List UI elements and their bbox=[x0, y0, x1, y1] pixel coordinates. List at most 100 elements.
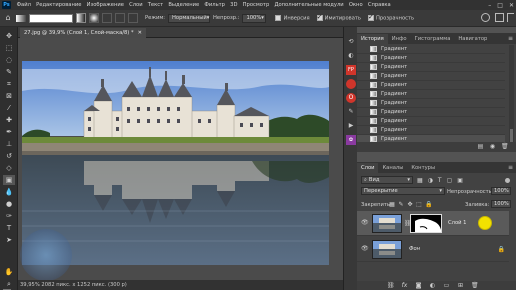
healing-brush-tool-icon[interactable]: ✚ bbox=[3, 115, 15, 125]
history-state[interactable]: Градиент bbox=[357, 117, 505, 126]
lasso-tool-icon[interactable]: ◌ bbox=[3, 55, 15, 65]
history-state[interactable]: Градиент bbox=[357, 72, 505, 81]
opera-plugin-icon[interactable]: O bbox=[346, 93, 356, 103]
filter-pixel-icon[interactable]: ▦ bbox=[417, 177, 423, 184]
angle-gradient-icon[interactable] bbox=[102, 13, 112, 23]
history-state[interactable]: Градиент bbox=[357, 126, 505, 135]
layer-filter-dropdown[interactable]: ⌕ Вид ▾ bbox=[361, 176, 413, 184]
linear-gradient-icon[interactable] bbox=[76, 13, 86, 23]
transparency-checkbox[interactable] bbox=[367, 13, 374, 21]
tab-paths[interactable]: Контуры bbox=[407, 163, 439, 173]
menu-plugins[interactable]: Дополнительные модули bbox=[272, 2, 346, 8]
transparency-checkbox-row[interactable]: Прозрачность bbox=[367, 13, 414, 21]
reverse-checkbox-row[interactable]: Инверсия bbox=[275, 14, 310, 21]
new-document-from-state-icon[interactable]: ▤ bbox=[477, 144, 484, 150]
path-selection-tool-icon[interactable]: ➤ bbox=[3, 235, 15, 245]
history-state[interactable]: Градиент bbox=[357, 108, 505, 117]
link-layers-icon[interactable]: ⛓ bbox=[387, 283, 395, 289]
tab-channels[interactable]: Каналы bbox=[378, 163, 407, 173]
workspace-icon[interactable] bbox=[495, 13, 504, 22]
history-state[interactable]: Градиент bbox=[357, 81, 505, 90]
opacity-field[interactable]: 100% ▾ bbox=[242, 13, 267, 23]
search-icon[interactable] bbox=[481, 13, 490, 22]
fill-field[interactable]: 100% bbox=[491, 200, 511, 208]
visibility-eye-icon[interactable]: 👁 bbox=[361, 246, 369, 252]
history-state[interactable]: Градиент bbox=[357, 54, 505, 63]
plugin-icon[interactable]: ✿ bbox=[346, 135, 356, 145]
home-icon[interactable]: ⌂ bbox=[3, 13, 13, 23]
menu-file[interactable]: Файл bbox=[14, 2, 34, 8]
filter-type-icon[interactable]: T bbox=[438, 177, 442, 184]
tab-info[interactable]: Инфо bbox=[388, 34, 411, 44]
brush-tool-icon[interactable]: ✒ bbox=[3, 127, 15, 137]
lock-image-pixels-icon[interactable]: ✎ bbox=[398, 202, 404, 208]
menu-view[interactable]: Просмотр bbox=[240, 2, 272, 8]
lock-position-icon[interactable]: ✥ bbox=[407, 202, 413, 208]
blur-tool-icon[interactable]: 💧 bbox=[3, 187, 15, 197]
layer-name[interactable]: Фон bbox=[409, 246, 420, 252]
radial-gradient-icon[interactable] bbox=[89, 13, 99, 23]
menu-filter[interactable]: Фильтр bbox=[202, 2, 228, 8]
quick-select-tool-icon[interactable]: ✎ bbox=[3, 67, 15, 77]
filter-adjustment-icon[interactable]: ◑ bbox=[428, 177, 433, 184]
history-brush-tool-icon[interactable]: ↺ bbox=[3, 151, 15, 161]
marquee-tool-icon[interactable]: ⬚ bbox=[3, 43, 15, 53]
gradient-tool-icon[interactable]: ▣ bbox=[3, 175, 15, 185]
frame-tool-icon[interactable]: ⊠ bbox=[3, 91, 15, 101]
gradient-tool-icon[interactable] bbox=[16, 14, 26, 22]
trash-icon[interactable]: 🗑 bbox=[501, 144, 509, 150]
layer-style-icon[interactable]: fx bbox=[401, 283, 408, 289]
menu-layers[interactable]: Слои bbox=[127, 2, 146, 8]
group-icon[interactable]: ▭ bbox=[443, 283, 450, 289]
mode-dropdown[interactable]: Нормальный ▾ bbox=[168, 13, 211, 23]
dodge-tool-icon[interactable]: ● bbox=[3, 199, 15, 209]
clone-stamp-tool-icon[interactable]: ⊥ bbox=[3, 139, 15, 149]
menu-window[interactable]: Окно bbox=[346, 2, 365, 8]
filter-toggle[interactable] bbox=[505, 178, 510, 183]
new-layer-icon[interactable]: ⊞ bbox=[457, 283, 464, 289]
scrollbar-thumb[interactable] bbox=[510, 129, 513, 143]
panel-menu-icon[interactable]: ≡ bbox=[508, 34, 513, 44]
history-state[interactable]: Градиент bbox=[357, 45, 505, 54]
color-panel-icon[interactable]: ◐ bbox=[346, 51, 356, 61]
lock-transparent-pixels-icon[interactable]: ▦ bbox=[389, 202, 395, 208]
gradient-preset-swatch[interactable] bbox=[29, 13, 73, 23]
dither-checkbox[interactable] bbox=[316, 13, 323, 21]
close-window-button[interactable]: ✕ bbox=[509, 2, 514, 9]
reflected-gradient-icon[interactable] bbox=[115, 13, 125, 23]
menu-text[interactable]: Текст bbox=[145, 2, 166, 8]
layer-opacity-field[interactable]: 100% bbox=[491, 187, 511, 195]
history-state[interactable]: Градиент bbox=[357, 90, 505, 99]
minimize-button[interactable]: – bbox=[488, 2, 491, 9]
pen-tool-icon[interactable]: ✑ bbox=[3, 211, 15, 221]
add-mask-icon[interactable]: ◙ bbox=[415, 283, 422, 289]
document-tab[interactable]: 27.jpg @ 39,9% (Слой 1, Слой-маска/8) * … bbox=[20, 28, 146, 38]
crop-tool-icon[interactable]: ⌗ bbox=[3, 79, 15, 89]
snapshot-icon[interactable]: ◉ bbox=[489, 144, 496, 150]
lock-all-icon[interactable]: 🔒 bbox=[425, 202, 432, 208]
tab-navigator[interactable]: Навигатор bbox=[454, 34, 491, 44]
close-tab-icon[interactable]: ✕ bbox=[138, 30, 142, 36]
type-tool-icon[interactable]: T bbox=[3, 223, 15, 233]
actions-panel-icon[interactable]: ▶ bbox=[346, 121, 356, 131]
lock-artboard-icon[interactable]: ⬚ bbox=[416, 202, 422, 208]
layer-name[interactable]: Слой 1 bbox=[448, 220, 466, 226]
panel-menu-icon[interactable]: ≡ bbox=[508, 163, 513, 173]
layer-mask-thumbnail[interactable] bbox=[410, 214, 442, 233]
brush-settings-icon[interactable]: ✎ bbox=[346, 107, 356, 117]
reverse-checkbox[interactable] bbox=[275, 14, 282, 21]
visibility-eye-icon[interactable]: 👁 bbox=[361, 220, 369, 226]
blend-mode-dropdown[interactable]: Перекрытие ▾ bbox=[361, 187, 445, 195]
tab-history[interactable]: История bbox=[357, 34, 388, 44]
menu-3d[interactable]: 3D bbox=[228, 2, 240, 8]
record-plugin-icon[interactable] bbox=[346, 79, 356, 89]
hand-tool-icon[interactable]: ✋ bbox=[3, 267, 15, 277]
dither-checkbox-row[interactable]: Имитировать bbox=[316, 13, 361, 21]
tab-histogram[interactable]: Гистограмма bbox=[411, 34, 455, 44]
menu-select[interactable]: Выделение bbox=[166, 2, 202, 8]
maximize-button[interactable]: □ bbox=[497, 2, 503, 9]
layer-thumbnail[interactable] bbox=[372, 214, 402, 233]
layer-row[interactable]: 👁 Фон 🔒 bbox=[357, 237, 509, 262]
menu-image[interactable]: Изображение bbox=[84, 2, 127, 8]
share-icon[interactable] bbox=[507, 13, 514, 22]
